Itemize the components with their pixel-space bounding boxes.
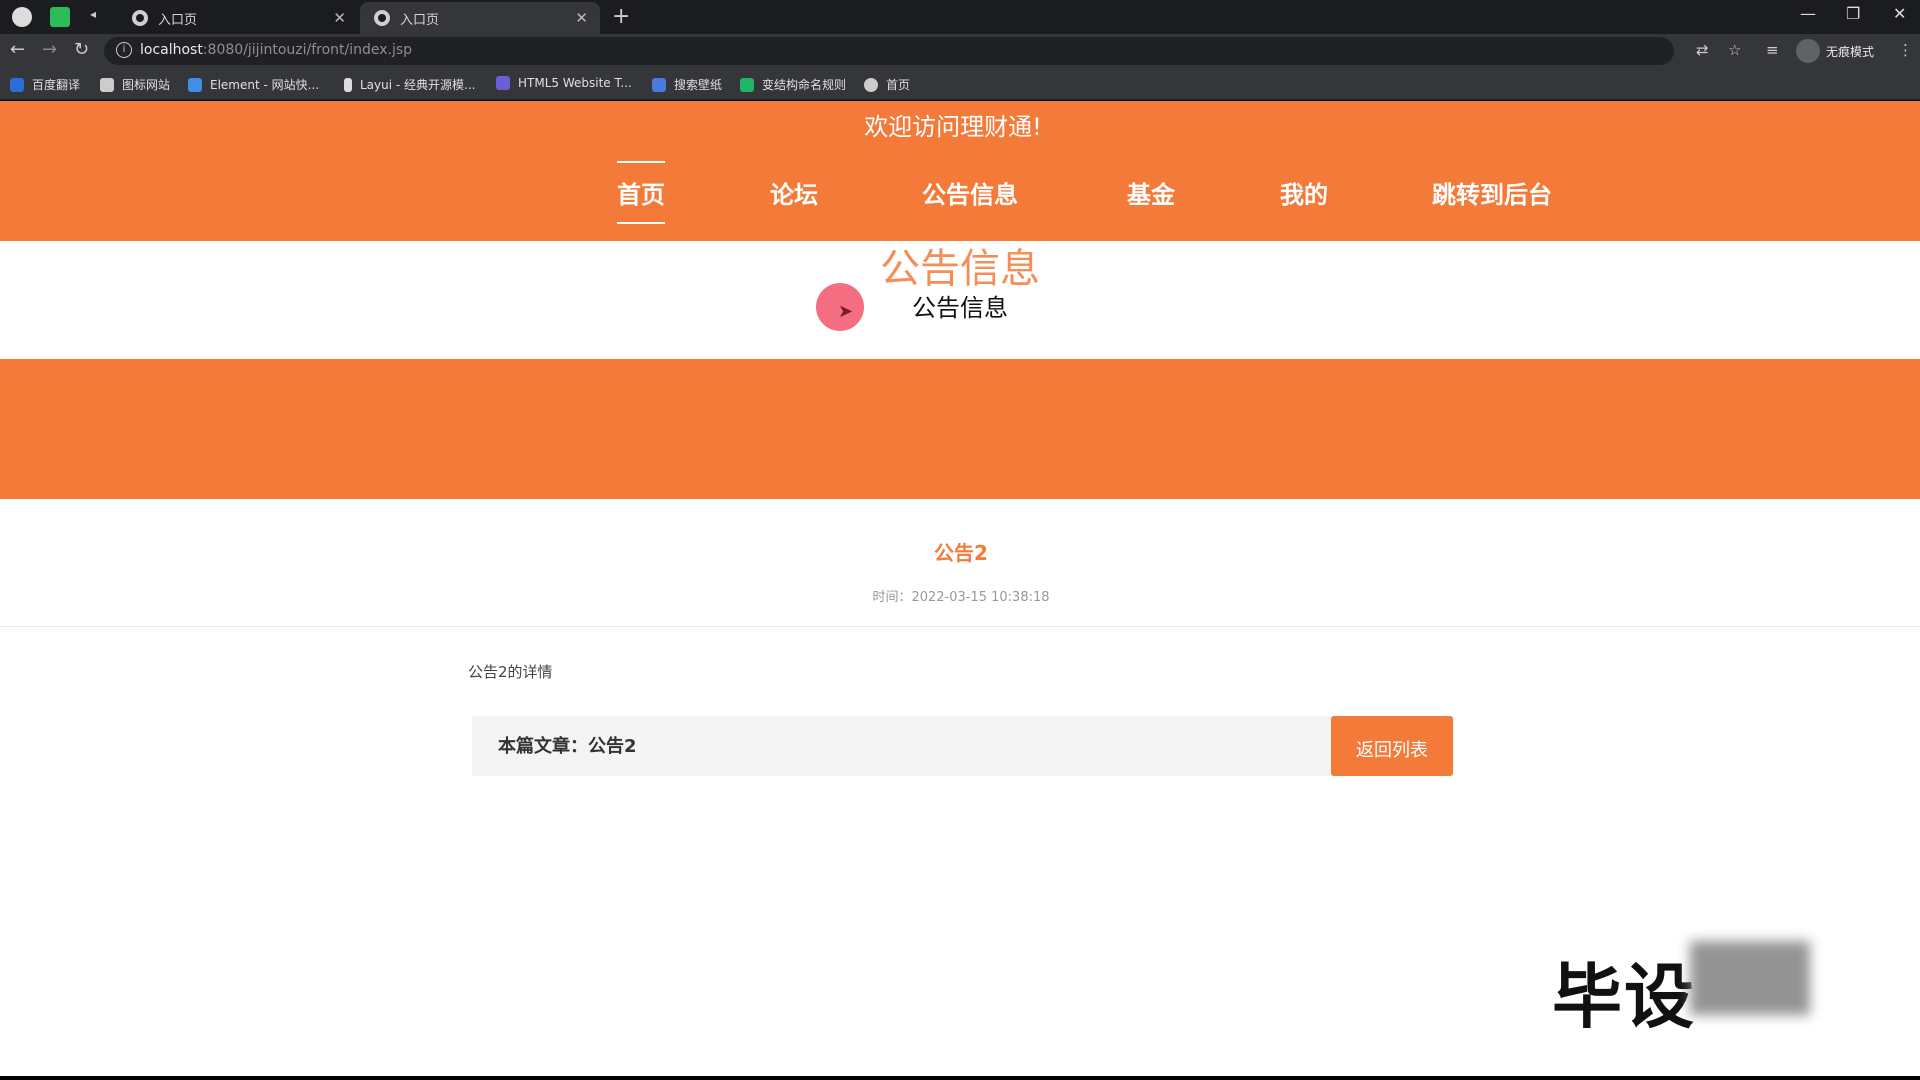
naming-rules-icon [740,77,754,92]
welcome-text: 欢迎访问理财通! [864,113,1042,141]
site-header: 欢迎访问理财通! 首页 论坛 公告信息 基金 我的 跳转到后台 [0,101,1920,241]
baidu-translate-icon [10,77,24,92]
nav-mine[interactable]: 我的 [1280,175,1328,210]
globe-icon [864,77,878,92]
nav-funds[interactable]: 基金 [1127,175,1175,210]
tab-2-active[interactable]: 入口页 ✕ [360,2,600,34]
layui-icon [344,77,352,92]
web-page: 欢迎访问理财通! 首页 论坛 公告信息 基金 我的 跳转到后台 公告信息 公告信… [0,101,1920,1076]
watermark-text: 毕设 [1552,956,1696,1038]
mute-tab-icon[interactable]: ◂ [90,7,110,27]
address-bar[interactable]: i localhost:8080/jijintouzi/front/index.… [104,37,1674,65]
section-heading: 公告信息 [912,294,1008,322]
bookmark-item[interactable]: 首页 [864,76,910,93]
back-to-list-button[interactable]: 返回列表 [1331,716,1453,776]
flag-icon [100,77,114,92]
incognito-avatar-icon[interactable] [1796,39,1820,63]
globe-icon [374,10,390,26]
section-heading-large: 公告信息 [880,246,1040,292]
reading-list-icon[interactable]: ≡ [1766,41,1779,59]
nav-announcements[interactable]: 公告信息 [922,175,1018,210]
translate-icon[interactable]: ⇄ [1696,41,1709,59]
browser-menu-kebab-icon[interactable]: ⋮ [1898,41,1913,59]
back-button[interactable]: ← [10,39,25,60]
bookmark-item[interactable]: 百度翻译 [10,76,80,93]
article-footer: 本篇文章：公告2 [472,716,1454,776]
nav-forum[interactable]: 论坛 [770,175,818,210]
wallpaper-icon [652,77,666,92]
forward-button[interactable]: → [42,39,57,60]
site-info-icon[interactable]: i [116,42,132,58]
bookmark-item[interactable]: HTML5 Website T... [496,76,632,90]
browser-menu-icon[interactable] [12,7,32,27]
orange-banner [0,359,1920,499]
new-tab-button[interactable]: + [612,4,630,29]
bookmark-star-icon[interactable]: ☆ [1728,41,1741,59]
tab-title: 入口页 [400,12,440,28]
article-body: 公告2的详情 [468,663,553,681]
tab-1[interactable]: 入口页 ✕ [118,2,358,34]
url-text: localhost:8080/jijintouzi/front/index.js… [140,42,413,58]
article-title: 公告2 [934,541,988,565]
article-meta: 时间：2022-03-15 10:38:18 [872,590,1050,605]
current-article-label: 本篇文章：公告2 [498,736,637,757]
nav-home[interactable]: 首页 [617,161,665,224]
bookmark-item[interactable]: 搜索壁纸 [652,76,722,93]
globe-icon [132,10,148,26]
reload-button[interactable]: ↻ [74,39,89,60]
restore-button[interactable]: ❐ [1846,4,1860,23]
bookmark-item[interactable]: 变结构命名规则 [740,76,846,93]
close-tab-icon[interactable]: ✕ [575,9,588,27]
minimize-button[interactable]: — [1800,4,1816,23]
browser-toolbar: ← → ↻ i localhost:8080/jijintouzi/front/… [0,34,1920,68]
element-icon [188,77,202,92]
bookmark-item[interactable]: 图标网站 [100,76,170,93]
bookmark-item[interactable]: Layui - 经典开源模... [344,76,475,93]
incognito-label[interactable]: 无痕模式 [1826,43,1874,60]
browser-tabstrip: ◂ 入口页 ✕ 入口页 ✕ + — ❐ ✕ [0,0,1920,34]
html5-icon [496,76,510,90]
nav-admin[interactable]: 跳转到后台 [1432,175,1552,210]
bookmark-item[interactable]: Element - 网站快... [188,76,319,93]
close-tab-icon[interactable]: ✕ [333,9,346,27]
mouse-cursor-icon: ➤ [838,301,854,322]
bookmarks-bar: 百度翻译 图标网站 Element - 网站快... Layui - 经典开源模… [0,68,1920,100]
divider [0,626,1920,627]
tab-title: 入口页 [158,12,198,28]
watermark-blur [1690,941,1810,1015]
close-window-button[interactable]: ✕ [1893,4,1906,23]
green-app-icon[interactable] [50,7,70,27]
